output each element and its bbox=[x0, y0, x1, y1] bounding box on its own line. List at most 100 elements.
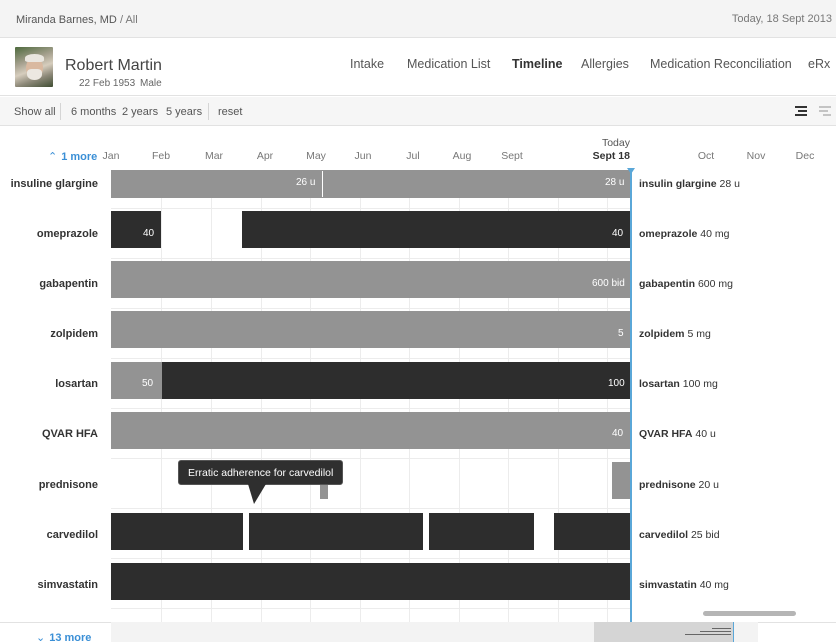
med-name[interactable]: insuline glargine bbox=[11, 178, 98, 190]
patient-avatar bbox=[15, 47, 53, 87]
current-med-dose: 40 mg bbox=[700, 228, 730, 240]
more-below-button[interactable]: ⌄ 13 more bbox=[36, 631, 91, 642]
more-below-label: 13 more bbox=[49, 632, 92, 642]
med-name[interactable]: omeprazole bbox=[37, 228, 98, 240]
med-bar[interactable] bbox=[612, 462, 631, 499]
timeline-toolbar: Show all 6 months 2 years 5 years reset bbox=[0, 97, 836, 126]
current-med: simvastatin 40 mg bbox=[639, 579, 729, 591]
tab-erx[interactable]: eRx bbox=[808, 57, 830, 71]
med-bar[interactable] bbox=[242, 211, 631, 248]
minimap-trace bbox=[712, 628, 731, 629]
current-med: carvedilol 25 bid bbox=[639, 529, 720, 541]
tab-medication-reconciliation[interactable]: Medication Reconciliation bbox=[650, 57, 792, 71]
current-med: omeprazole 40 mg bbox=[639, 228, 729, 240]
bar-dose-label: 26 u bbox=[296, 177, 316, 188]
more-above-label: 1 more bbox=[61, 151, 98, 163]
current-med-dose: 100 mg bbox=[682, 378, 718, 390]
patient-header: Robert Martin 22 Feb 1953 Male Intake Me… bbox=[0, 38, 836, 96]
tab-medication-list[interactable]: Medication List bbox=[407, 57, 490, 71]
med-bar[interactable] bbox=[111, 261, 631, 298]
month-label: Jun bbox=[354, 150, 372, 162]
month-label: Mar bbox=[204, 150, 224, 162]
tab-allergies[interactable]: Allergies bbox=[581, 57, 629, 71]
adherence-tooltip: Erratic adherence for carvedilol bbox=[178, 460, 344, 485]
breadcrumb-doctor[interactable]: Miranda Barnes, MD bbox=[16, 14, 117, 26]
med-bar[interactable] bbox=[162, 362, 631, 399]
current-med-dose: 28 u bbox=[719, 178, 740, 190]
med-name[interactable]: prednisone bbox=[39, 479, 98, 491]
med-bar[interactable] bbox=[111, 563, 631, 600]
med-name[interactable]: losartan bbox=[55, 378, 98, 390]
patient-name: Robert Martin bbox=[65, 57, 162, 74]
minimap-today-marker bbox=[733, 622, 734, 642]
med-bar[interactable] bbox=[111, 412, 631, 449]
tab-intake[interactable]: Intake bbox=[350, 57, 384, 71]
med-bar[interactable] bbox=[111, 513, 243, 550]
current-med-dose: 20 u bbox=[698, 479, 719, 491]
month-label: Apr bbox=[256, 150, 274, 162]
month-label: Oct bbox=[697, 150, 715, 162]
patient-dob: 22 Feb 1953 bbox=[79, 78, 136, 89]
minimap-viewport[interactable] bbox=[594, 622, 734, 642]
chevron-down-icon: ⌄ bbox=[36, 632, 46, 642]
align-left-view-icon[interactable] bbox=[817, 103, 833, 119]
current-med: prednisone 20 u bbox=[639, 479, 719, 491]
top-bar: Miranda Barnes, MD / All Today, 18 Sept … bbox=[0, 0, 836, 38]
bar-dose-label: 40 bbox=[612, 428, 624, 439]
current-med-dose: 5 mg bbox=[687, 328, 711, 340]
bar-dose-label: 40 bbox=[143, 228, 155, 239]
med-bar[interactable] bbox=[111, 362, 162, 399]
patient-sex: Male bbox=[140, 78, 162, 89]
current-med: losartan 100 mg bbox=[639, 378, 718, 390]
med-bar[interactable] bbox=[111, 311, 631, 348]
current-med-dose: 40 mg bbox=[699, 579, 729, 591]
range-2-years-button[interactable]: 2 years bbox=[122, 106, 158, 118]
horizontal-scrollbar[interactable] bbox=[703, 611, 796, 616]
more-above-button[interactable]: ⌃ 1 more bbox=[48, 150, 97, 163]
current-med: insulin glargine 28 u bbox=[639, 178, 740, 190]
bar-dose-label: 600 bid bbox=[592, 278, 625, 289]
dose-change-marker bbox=[322, 171, 323, 197]
med-bar[interactable] bbox=[429, 513, 534, 550]
med-name[interactable]: carvedilol bbox=[47, 529, 98, 541]
align-right-view-icon[interactable] bbox=[793, 103, 809, 119]
med-name[interactable]: zolpidem bbox=[50, 328, 98, 340]
range-6-months-button[interactable]: 6 months bbox=[71, 106, 116, 118]
current-med-name: QVAR HFA bbox=[639, 428, 693, 440]
current-med: gabapentin 600 mg bbox=[639, 278, 733, 290]
current-med-dose: 600 mg bbox=[697, 278, 733, 290]
med-bar[interactable] bbox=[249, 513, 423, 550]
bar-dose-label: 28 u bbox=[605, 177, 625, 188]
month-label: Sept bbox=[501, 150, 523, 162]
med-name[interactable]: QVAR HFA bbox=[42, 428, 98, 440]
today-label: Today bbox=[601, 137, 630, 149]
current-med-dose: 40 u bbox=[695, 428, 716, 440]
today-marker-arrow-icon bbox=[627, 168, 635, 174]
bar-dose-label: 5 bbox=[618, 328, 624, 339]
med-name[interactable]: simvastatin bbox=[37, 579, 98, 591]
range-5-years-button[interactable]: 5 years bbox=[166, 106, 202, 118]
show-all-button[interactable]: Show all bbox=[14, 106, 56, 118]
tab-timeline[interactable]: Timeline bbox=[512, 57, 562, 71]
month-label: Aug bbox=[452, 150, 472, 162]
med-name[interactable]: gabapentin bbox=[39, 278, 98, 290]
current-med-dose: 25 bid bbox=[690, 529, 720, 541]
med-bar[interactable] bbox=[554, 513, 631, 550]
tooltip-pointer bbox=[248, 484, 266, 504]
minimap-trace bbox=[685, 634, 731, 635]
month-label: Jan bbox=[102, 150, 120, 162]
month-label: Dec bbox=[795, 150, 815, 162]
month-label: May bbox=[306, 150, 326, 162]
breadcrumb-scope[interactable]: All bbox=[125, 14, 137, 26]
today-marker-line bbox=[630, 170, 632, 622]
med-bar[interactable] bbox=[111, 170, 631, 198]
current-med: QVAR HFA 40 u bbox=[639, 428, 716, 440]
breadcrumb-separator: / bbox=[119, 14, 123, 26]
minimap-trace bbox=[700, 631, 731, 632]
chevron-up-icon: ⌃ bbox=[48, 151, 58, 163]
today-header: Today Sept 18 bbox=[593, 137, 630, 163]
month-label: Nov bbox=[746, 150, 766, 162]
current-med-name: carvedilol bbox=[639, 529, 689, 541]
reset-button[interactable]: reset bbox=[218, 106, 242, 118]
current-med-name: omeprazole bbox=[639, 228, 698, 240]
